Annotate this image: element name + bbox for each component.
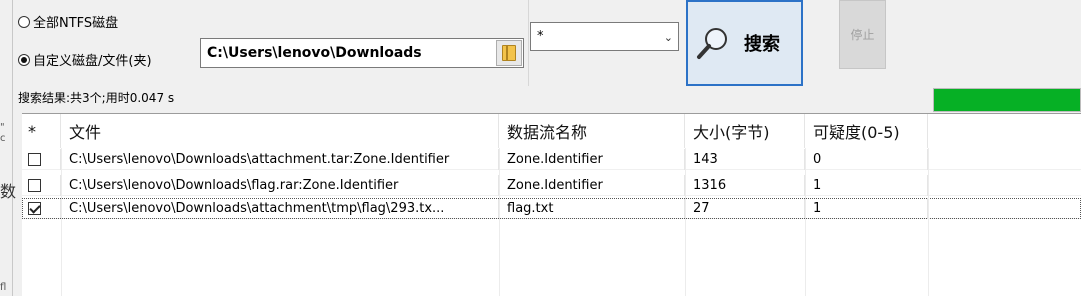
- search-button-label: 搜索: [744, 34, 780, 55]
- header-suspicion[interactable]: 可疑度(0-5): [805, 114, 928, 148]
- header-size[interactable]: 大小(字节): [685, 114, 805, 148]
- header-select[interactable]: *: [22, 114, 61, 148]
- results-table[interactable]: * 文件 数据流名称 大小(字节) 可疑度(0-5) C:\Users\leno…: [22, 113, 1081, 296]
- background-window-edge: " c 数 fl: [0, 0, 16, 296]
- radio-custom-path-circle[interactable]: [18, 53, 30, 66]
- radio-custom-path-label: 自定义磁盘/文件(夹): [33, 54, 152, 69]
- suspicion-cell: 1: [805, 175, 928, 196]
- table-row[interactable]: C:\Users\lenovo\Downloads\attachment\tmp…: [22, 198, 1081, 219]
- status-bar: 搜索结果:共3个;用时0.047 s: [13, 86, 1081, 112]
- path-input[interactable]: C:\Users\lenovo\Downloads: [200, 38, 524, 68]
- chevron-down-icon[interactable]: ⌄: [664, 31, 673, 44]
- radio-all-ntfs[interactable]: 全部NTFS磁盘: [18, 12, 118, 31]
- header-file[interactable]: 文件: [61, 114, 499, 148]
- folder-icon: [502, 45, 516, 61]
- result-summary: 搜索结果:共3个;用时0.047 s: [18, 91, 175, 105]
- table-header: * 文件 数据流名称 大小(字节) 可疑度(0-5): [22, 114, 1081, 148]
- progress-fill: [934, 89, 1080, 111]
- size-cell: 143: [685, 149, 805, 170]
- filter-select-value: *: [537, 29, 544, 44]
- file-cell: C:\Users\lenovo\Downloads\attachment\tmp…: [61, 198, 499, 219]
- stream-cell: Zone.Identifier: [499, 175, 685, 196]
- table-row[interactable]: C:\Users\lenovo\Downloads\attachment.tar…: [22, 149, 1081, 170]
- magnifier-icon: [697, 28, 727, 59]
- radio-all-ntfs-label: 全部NTFS磁盘: [33, 16, 119, 31]
- size-cell: 27: [685, 198, 805, 219]
- stop-button-label: 停止: [850, 28, 875, 42]
- size-cell: 1316: [685, 175, 805, 196]
- path-input-value: C:\Users\lenovo\Downloads: [207, 45, 422, 61]
- row-checkbox[interactable]: [28, 153, 41, 166]
- row-checkbox[interactable]: [28, 179, 41, 192]
- stream-cell: Zone.Identifier: [499, 149, 685, 170]
- file-cell: C:\Users\lenovo\Downloads\flag.rar:Zone.…: [61, 175, 499, 196]
- header-stream-name[interactable]: 数据流名称: [499, 114, 685, 148]
- stream-cell: flag.txt: [499, 198, 685, 219]
- search-button[interactable]: 搜索: [686, 0, 803, 86]
- browse-folder-button[interactable]: [496, 40, 522, 66]
- suspicion-cell: 0: [805, 149, 928, 170]
- file-cell: C:\Users\lenovo\Downloads\attachment.tar…: [61, 149, 499, 170]
- header-filler: [928, 114, 1081, 148]
- suspicion-cell: 1: [805, 198, 928, 219]
- radio-custom-path[interactable]: 自定义磁盘/文件(夹): [18, 50, 152, 69]
- radio-all-ntfs-circle[interactable]: [18, 15, 30, 28]
- stop-button[interactable]: 停止: [839, 0, 886, 69]
- table-row[interactable]: C:\Users\lenovo\Downloads\flag.rar:Zone.…: [22, 175, 1081, 196]
- divider: [528, 0, 529, 86]
- row-checkbox[interactable]: [28, 202, 41, 215]
- progress-bar: [933, 88, 1081, 112]
- filter-select[interactable]: * ⌄: [530, 22, 679, 51]
- search-options-panel: 全部NTFS磁盘 自定义磁盘/文件(夹) C:\Users\lenovo\Dow…: [13, 0, 1081, 86]
